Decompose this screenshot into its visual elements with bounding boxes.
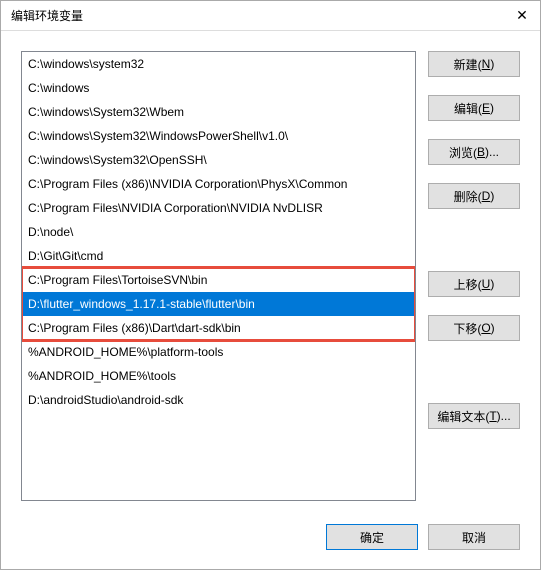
list-item[interactable]: D:\androidStudio\android-sdk <box>22 388 415 412</box>
edit-text-button[interactable]: 编辑文本(T)... <box>428 403 520 429</box>
spacer <box>428 359 520 385</box>
delete-button[interactable]: 删除(D) <box>428 183 520 209</box>
list-item[interactable]: C:\Program Files\TortoiseSVN\bin <box>22 268 415 292</box>
button-column: 新建(N) 编辑(E) 浏览(B)... 删除(D) 上移(U) 下移(O) 编… <box>428 51 520 501</box>
list-item[interactable]: D:\Git\Git\cmd <box>22 244 415 268</box>
content-area: C:\windows\system32C:\windowsC:\windows\… <box>1 31 540 511</box>
titlebar: 编辑环境变量 ✕ <box>1 1 540 31</box>
list-item[interactable]: %ANDROID_HOME%\tools <box>22 364 415 388</box>
list-item[interactable]: C:\Program Files\NVIDIA Corporation\NVID… <box>22 196 415 220</box>
list-item[interactable]: C:\windows <box>22 76 415 100</box>
list-item[interactable]: C:\windows\System32\OpenSSH\ <box>22 148 415 172</box>
list-item[interactable]: C:\Program Files (x86)\Dart\dart-sdk\bin <box>22 316 415 340</box>
list-item[interactable]: D:\flutter_windows_1.17.1-stable\flutter… <box>22 292 415 316</box>
list-item[interactable]: C:\windows\system32 <box>22 52 415 76</box>
edit-button[interactable]: 编辑(E) <box>428 95 520 121</box>
close-icon: ✕ <box>516 7 528 24</box>
move-down-button[interactable]: 下移(O) <box>428 315 520 341</box>
browse-button[interactable]: 浏览(B)... <box>428 139 520 165</box>
list-item[interactable]: D:\node\ <box>22 220 415 244</box>
move-up-button[interactable]: 上移(U) <box>428 271 520 297</box>
close-button[interactable]: ✕ <box>512 6 532 26</box>
path-list[interactable]: C:\windows\system32C:\windowsC:\windows\… <box>21 51 416 501</box>
list-item[interactable]: C:\windows\System32\WindowsPowerShell\v1… <box>22 124 415 148</box>
dialog-footer: 确定 取消 <box>1 511 540 562</box>
list-item[interactable]: %ANDROID_HOME%\platform-tools <box>22 340 415 364</box>
spacer <box>428 227 520 253</box>
list-item[interactable]: C:\Program Files (x86)\NVIDIA Corporatio… <box>22 172 415 196</box>
new-button[interactable]: 新建(N) <box>428 51 520 77</box>
window-title: 编辑环境变量 <box>11 7 83 24</box>
cancel-button[interactable]: 取消 <box>428 524 520 550</box>
ok-button[interactable]: 确定 <box>326 524 418 550</box>
list-item[interactable]: C:\windows\System32\Wbem <box>22 100 415 124</box>
